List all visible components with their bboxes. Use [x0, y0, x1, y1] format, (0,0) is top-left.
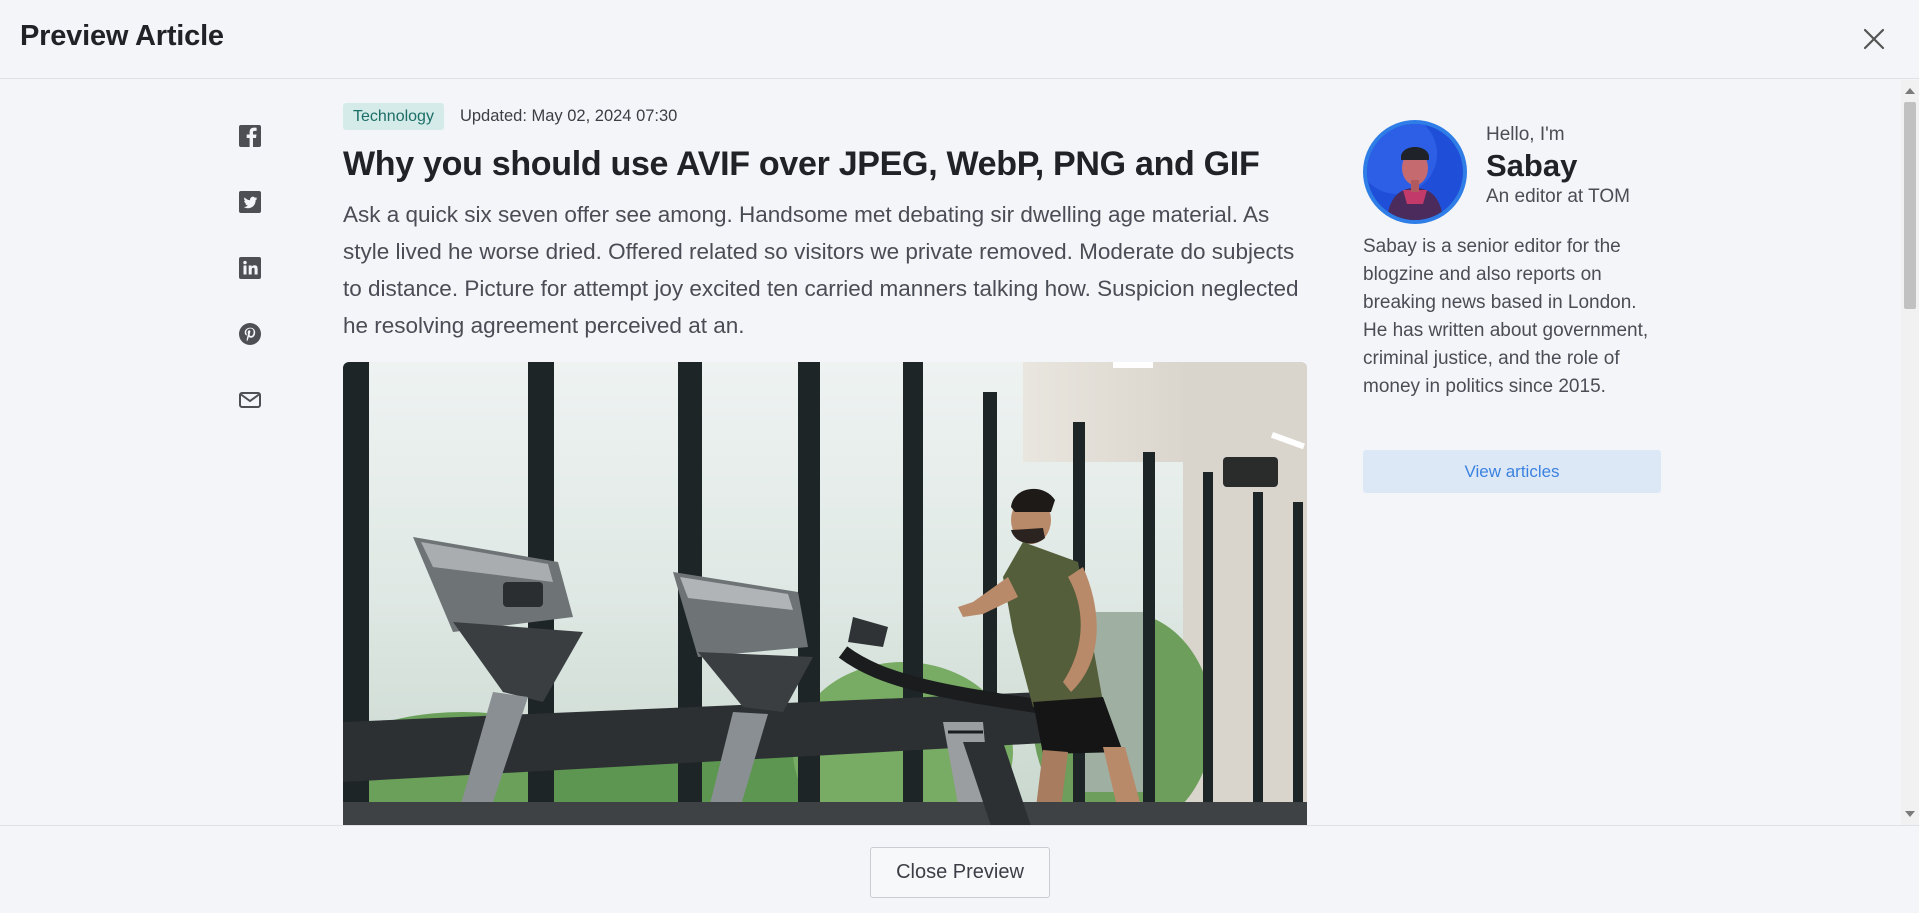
view-articles-button[interactable]: View articles	[1363, 450, 1661, 493]
facebook-icon[interactable]	[236, 122, 264, 150]
article-headline: Why you should use AVIF over JPEG, WebP,…	[343, 145, 1260, 183]
modal-title: Preview Article	[20, 20, 224, 52]
author-avatar[interactable]	[1363, 120, 1467, 224]
pinterest-icon[interactable]	[236, 320, 264, 348]
article-meta: Technology Updated: May 02, 2024 07:30	[343, 102, 1307, 130]
author-name: Sabay	[1486, 148, 1578, 183]
close-preview-button[interactable]: Close Preview	[870, 847, 1050, 898]
share-sidebar	[236, 122, 266, 452]
scroll-down-arrow-icon[interactable]	[1905, 811, 1915, 817]
category-badge[interactable]: Technology	[343, 102, 444, 130]
article-lead: Ask a quick six seven offer see among. H…	[343, 202, 1299, 338]
scroll-up-arrow-icon[interactable]	[1905, 88, 1915, 94]
scroll-thumb[interactable]	[1904, 102, 1916, 309]
close-icon[interactable]	[1859, 24, 1889, 54]
linkedin-icon[interactable]	[236, 254, 264, 282]
article-hero-image	[343, 362, 1307, 825]
twitter-icon[interactable]	[236, 188, 264, 216]
author-heading: Hello, I'm Sabay An editor at TOM	[1486, 123, 1666, 209]
author-role: An editor at TOM	[1486, 186, 1630, 207]
author-bio: Sabay is a senior editor for the blogzin…	[1363, 236, 1649, 397]
email-icon[interactable]	[236, 386, 264, 414]
updated-timestamp: Updated: May 02, 2024 07:30	[459, 106, 678, 125]
modal-header: Preview Article	[0, 0, 1919, 79]
vertical-scrollbar[interactable]	[1901, 80, 1919, 825]
author-greeting: Hello, I'm	[1486, 124, 1565, 145]
modal-footer: Close Preview	[0, 825, 1919, 913]
article: Technology Updated: May 02, 2024 07:30 W…	[343, 102, 1307, 825]
modal-body: Technology Updated: May 02, 2024 07:30 W…	[0, 80, 1919, 825]
